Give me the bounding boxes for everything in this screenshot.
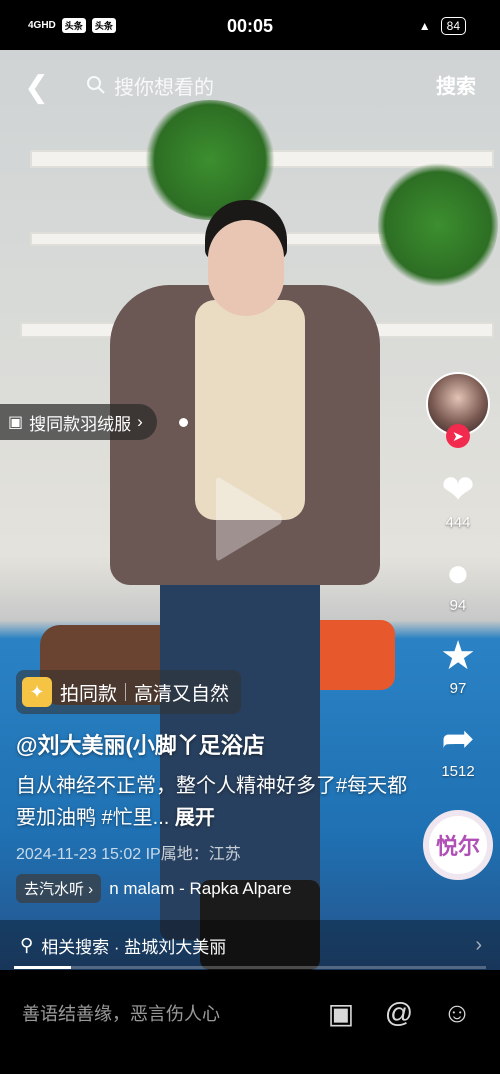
music-row[interactable]: 去汽水听 › n malam - Rapka Alpare [16, 874, 421, 903]
system-nav-bar [0, 1048, 500, 1074]
tag-primary: 拍同款 [60, 683, 118, 705]
share-icon[interactable]: ➦ [441, 717, 475, 761]
follow-button[interactable]: ➤ [446, 424, 470, 448]
comment-icon[interactable]: ● [446, 551, 470, 595]
emoji-icon[interactable]: ☺ [442, 997, 472, 1028]
post-datetime: 2024-11-23 15:02 [16, 846, 142, 863]
favorite-count: 97 [449, 680, 467, 697]
chevron-right-icon: › [475, 933, 482, 956]
expand-button[interactable]: 展开 [175, 807, 215, 829]
search-button[interactable]: 搜索 [436, 70, 476, 99]
playback-progress[interactable] [14, 966, 486, 969]
back-icon[interactable]: ❮ [24, 70, 49, 105]
related-search-label: 相关搜索 · 盐城刘大美丽 [41, 937, 227, 957]
action-rail: ➤ ❤ 444 ● 94 ★ 97 ➦ 1512 悦尔 [423, 372, 493, 880]
follow-icon: ➤ [452, 427, 464, 444]
search-same-item-chip[interactable]: ▣ 搜同款羽绒服 › [0, 404, 157, 440]
video-meta: 2024-11-23 15:02 IP属地：江苏 [16, 840, 421, 864]
person-face [208, 220, 284, 316]
search-icon [87, 76, 105, 94]
related-search-bar[interactable]: ⚲ 相关搜索 · 盐城刘大美丽 › [0, 920, 500, 970]
ip-location: IP属地：江苏 [145, 846, 241, 863]
tag-anchor-dot [179, 418, 188, 427]
search-icon: ⚲ [20, 934, 34, 955]
progress-fill [14, 966, 71, 969]
search-placeholder: 搜你想看的 [114, 76, 214, 99]
music-disc[interactable]: 悦尔 [423, 810, 493, 880]
comment-bar: 善语结善缘，恶言伤人心 ▣ @ ☺ [0, 978, 500, 1048]
search-input[interactable]: 搜你想看的 [86, 66, 416, 104]
plant-right [378, 160, 498, 290]
like-count: 444 [445, 514, 471, 531]
shoot-same-chip[interactable]: ✦ 拍同款 高清又自然 [16, 670, 242, 714]
scan-icon: ▣ [8, 414, 24, 431]
battery-level: 84 [440, 17, 466, 35]
video-info: ✦ 拍同款 高清又自然 @刘大美丽(小脚丫足浴店 自从神经不正常，整个人精神好多… [16, 670, 421, 903]
play-icon[interactable] [212, 474, 284, 564]
mention-icon[interactable]: @ [384, 997, 414, 1028]
chevron-right-icon: › [137, 412, 143, 431]
qishui-label: 去汽水听 [24, 881, 85, 898]
video-description: 自从神经不正常，整个人精神好多了#每天都要加油鸭 #忙里... 展开 [16, 770, 421, 834]
wifi-icon: ▲ [418, 19, 431, 33]
comment-input[interactable]: 善语结善缘，恶言伤人心 [22, 1000, 326, 1026]
like-icon[interactable]: ❤ [441, 468, 475, 512]
image-icon[interactable]: ▣ [326, 998, 356, 1029]
tag-secondary: 高清又自然 [134, 683, 230, 705]
favorite-icon[interactable]: ★ [440, 634, 476, 678]
status-bar: 4GHD 头条 头条 00:05 ▲ 84 [0, 0, 500, 50]
status-right: ▲ 84 [419, 17, 466, 35]
sparkle-icon: ✦ [22, 677, 52, 707]
tag-separator [125, 683, 127, 701]
comment-count: 94 [449, 597, 467, 614]
search-same-item-label: 搜同款羽绒服 [29, 414, 132, 434]
music-title: n malam - Rapka Alpare [109, 878, 292, 898]
top-bar: ❮ 搜你想看的 搜索 [0, 60, 500, 110]
qishui-button[interactable]: 去汽水听 › [16, 874, 102, 903]
share-count: 1512 [441, 763, 475, 780]
author-name[interactable]: @刘大美丽(小脚丫足浴店 [16, 728, 421, 760]
